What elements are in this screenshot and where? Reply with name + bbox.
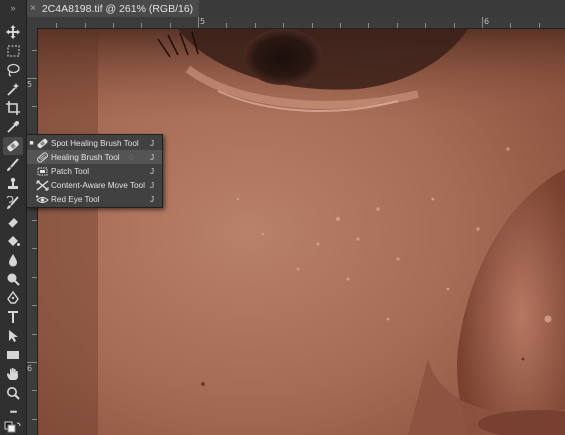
history-brush-tool-icon[interactable] (3, 194, 23, 212)
flyout-item-label: Content-Aware Move Tool (51, 180, 145, 190)
red-eye-icon (36, 193, 49, 205)
skin-closeup-image (38, 29, 565, 435)
swap-colors-icon[interactable] (3, 419, 23, 434)
flyout-item-healing-brush[interactable]: Healing Brush Tool ◌ J (27, 150, 162, 164)
magic-wand-tool-icon[interactable] (3, 80, 23, 98)
eraser-tool-icon[interactable] (3, 213, 23, 231)
lasso-tool-icon[interactable] (3, 61, 23, 79)
flyout-item-label: Patch Tool (51, 166, 90, 176)
shortcut-key: J (150, 166, 155, 176)
loading-spinner-icon: ◌ (128, 152, 134, 162)
document-canvas[interactable] (38, 29, 565, 435)
document-title: 2C4A8198.tif @ 261% (RGB/16) (41, 2, 194, 15)
dodge-tool-icon[interactable] (3, 270, 23, 288)
blur-tool-icon[interactable] (3, 251, 23, 269)
tools-panel: » ••• (0, 0, 27, 435)
healing-tools-flyout: ■ Spot Healing Brush Tool J Healing Brus… (26, 134, 163, 208)
zoom-tool-icon[interactable] (3, 384, 23, 402)
healing-brush-icon (36, 151, 49, 163)
ruler-label: 6 (484, 17, 490, 26)
flyout-item-label: Red Eye Tool (51, 194, 100, 204)
type-tool-icon[interactable] (3, 308, 23, 326)
crop-tool-icon[interactable] (3, 99, 23, 117)
close-tab-icon[interactable]: × (30, 3, 36, 14)
ruler-label: 6 (27, 364, 33, 373)
vertical-ruler[interactable]: 5 6 (26, 28, 38, 435)
flyout-item-spot-healing-brush[interactable]: ■ Spot Healing Brush Tool J (27, 136, 162, 150)
eyedropper-tool-icon[interactable] (3, 118, 23, 136)
document-tab-bar: × 2C4A8198.tif @ 261% (RGB/16) (26, 0, 565, 18)
flyout-item-label: Spot Healing Brush Tool (51, 138, 139, 148)
brush-tool-icon[interactable] (3, 156, 23, 174)
paint-bucket-tool-icon[interactable] (3, 232, 23, 250)
hand-tool-icon[interactable] (3, 365, 23, 383)
flyout-item-label: Healing Brush Tool ◌ (51, 152, 134, 162)
patch-icon (36, 165, 49, 177)
shortcut-key: J (150, 194, 155, 204)
move-tool-icon[interactable] (3, 23, 23, 41)
clone-stamp-tool-icon[interactable] (3, 175, 23, 193)
ruler-label: 5 (200, 17, 206, 26)
marquee-tool-icon[interactable] (3, 42, 23, 60)
flyout-item-red-eye[interactable]: Red Eye Tool J (27, 192, 162, 206)
rectangle-tool-icon[interactable] (3, 346, 23, 364)
flyout-item-content-aware-move[interactable]: Content-Aware Move Tool J (27, 178, 162, 192)
ruler-label: 5 (27, 80, 33, 89)
shortcut-key: J (150, 180, 155, 190)
spot-healing-brush-icon (36, 137, 49, 149)
flyout-item-patch[interactable]: Patch Tool J (27, 164, 162, 178)
shortcut-key: J (150, 152, 155, 162)
pen-tool-icon[interactable] (3, 289, 23, 307)
horizontal-ruler[interactable]: 5 6 (26, 17, 565, 29)
collapse-panel-icon[interactable]: » (3, 2, 23, 14)
current-tool-marker: ■ (29, 139, 34, 147)
document-tab[interactable]: × 2C4A8198.tif @ 261% (RGB/16) (26, 0, 200, 17)
shortcut-key: J (150, 138, 155, 148)
path-selection-tool-icon[interactable] (3, 327, 23, 345)
content-aware-move-icon (36, 179, 49, 191)
spot-healing-brush-tool-icon[interactable] (3, 137, 23, 155)
